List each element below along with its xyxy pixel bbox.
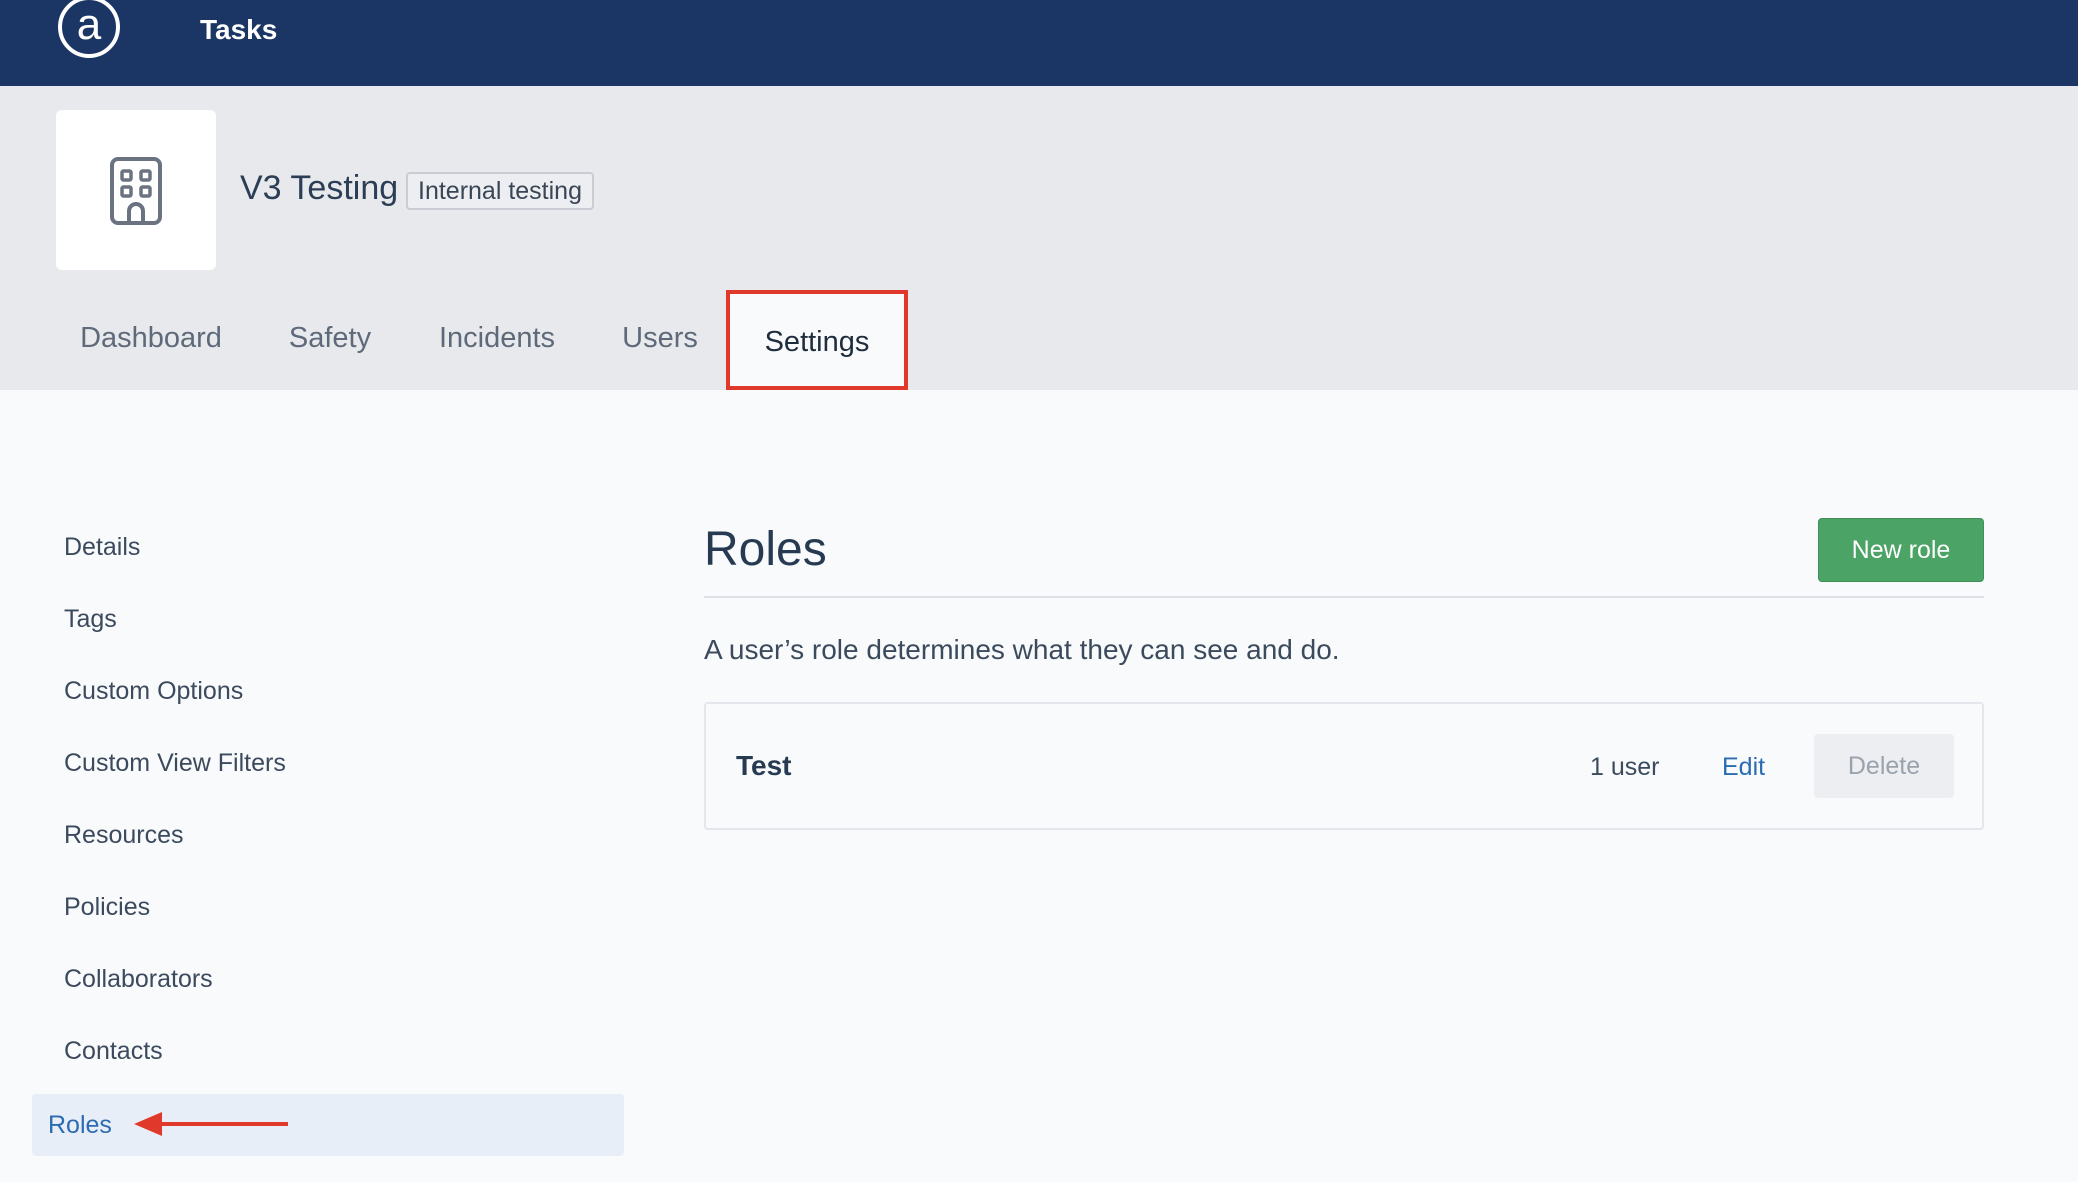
building-icon <box>110 157 162 225</box>
sidebar-item-roles[interactable]: Roles <box>32 1094 624 1156</box>
sidebar-item-details[interactable]: Details <box>48 516 640 578</box>
role-name: Test <box>736 750 792 781</box>
page-description: A user’s role determines what they can s… <box>704 634 1340 665</box>
project-avatar <box>56 110 216 270</box>
app-logo[interactable]: a <box>58 0 120 58</box>
tab-users[interactable]: Users <box>606 290 714 390</box>
delete-role-button[interactable]: Delete <box>1814 734 1954 798</box>
project-badge: Internal testing <box>406 172 594 210</box>
project-header: V3 Testing Internal testing Dashboard Sa… <box>0 86 2078 390</box>
divider <box>704 596 1984 598</box>
sidebar-item-custom-options[interactable]: Custom Options <box>48 660 640 722</box>
sidebar-item-contacts[interactable]: Contacts <box>48 1020 640 1082</box>
sidebar-item-tags[interactable]: Tags <box>48 588 640 650</box>
project-tabs: Dashboard Safety Incidents Users Setting… <box>0 290 2078 390</box>
top-navbar: a Tasks <box>0 0 2078 86</box>
role-user-count: 1 user <box>1590 753 1660 781</box>
tab-settings[interactable]: Settings <box>726 290 908 390</box>
tab-dashboard[interactable]: Dashboard <box>60 290 242 390</box>
new-role-button[interactable]: New role <box>1818 518 1984 582</box>
sidebar-item-policies[interactable]: Policies <box>48 876 640 938</box>
sidebar-item-label: Roles <box>48 1111 112 1139</box>
annotation-arrow <box>134 1112 288 1136</box>
project-name: V3 Testing <box>240 169 399 207</box>
tab-incidents[interactable]: Incidents <box>424 290 570 390</box>
sidebar-item-custom-view-filters[interactable]: Custom View Filters <box>48 732 640 794</box>
page-title: Roles <box>704 523 827 576</box>
role-card: Test 1 user Edit Delete <box>704 702 1984 830</box>
edit-role-link[interactable]: Edit <box>1722 750 1765 784</box>
app-title[interactable]: Tasks <box>200 12 277 48</box>
sidebar-item-collaborators[interactable]: Collaborators <box>48 948 640 1010</box>
tab-safety[interactable]: Safety <box>272 290 388 390</box>
sidebar-item-resources[interactable]: Resources <box>48 804 640 866</box>
